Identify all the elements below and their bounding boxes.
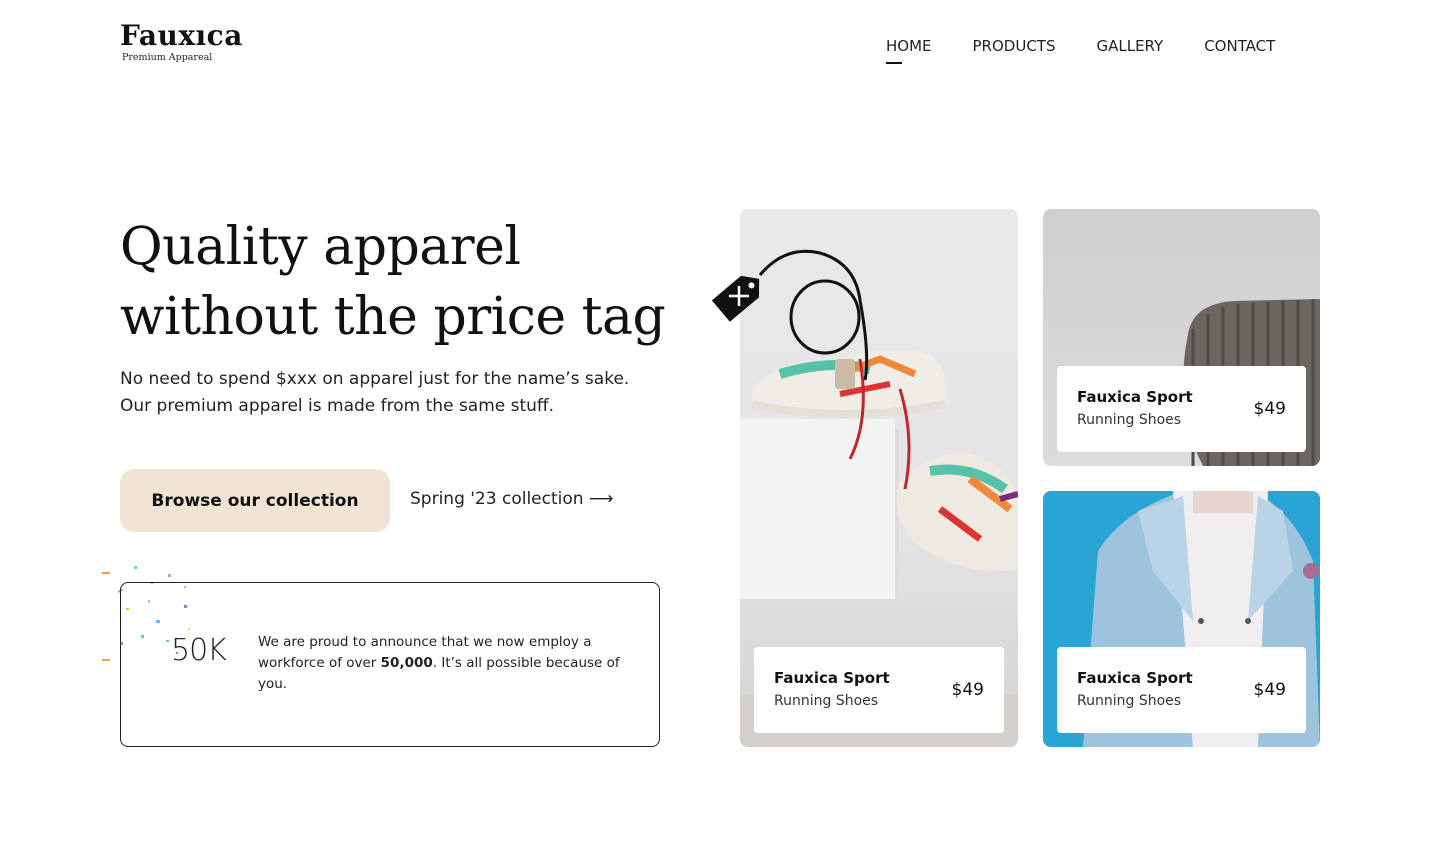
product-price: $49 <box>951 680 984 700</box>
nav-home[interactable]: HOME <box>886 37 932 64</box>
nav-contact[interactable]: CONTACT <box>1204 37 1275 55</box>
brand-logo[interactable]: Fauxıca Premium Appareal <box>120 20 243 64</box>
product-info: Fauxica Sport Running Shoes $49 <box>1057 366 1306 452</box>
product-title: Fauxica Sport <box>1077 388 1193 406</box>
nav-products[interactable]: PRODUCTS <box>973 37 1056 55</box>
product-info: Fauxica Sport Running Shoes $49 <box>754 647 1004 733</box>
announcement-text: We are proud to announce that we now emp… <box>258 632 628 695</box>
brand-tagline: Premium Appareal <box>122 52 213 63</box>
announcement-card: 50K We are proud to announce that we now… <box>120 582 660 747</box>
product-price: $49 <box>1253 399 1286 419</box>
hero-subtitle-line-2: Our premium apparel is made from the sam… <box>120 396 555 416</box>
product-title: Fauxica Sport <box>774 669 890 687</box>
nav-gallery[interactable]: GALLERY <box>1096 37 1163 55</box>
product-card-jacket[interactable]: Fauxica Sport Running Shoes $49 <box>1043 491 1320 747</box>
product-title: Fauxica Sport <box>1077 669 1193 687</box>
product-subtitle: Running Shoes <box>1077 693 1182 709</box>
hero-title-line-2: without the price tag <box>120 287 666 347</box>
product-card-beanie[interactable]: Fauxica Sport Running Shoes $49 <box>1043 209 1320 466</box>
brand-name: Fauxıca <box>120 19 243 52</box>
hero-title-line-1: Quality apparel <box>120 217 521 277</box>
browse-collection-button[interactable]: Browse our collection <box>120 469 390 532</box>
product-info: Fauxica Sport Running Shoes $49 <box>1057 647 1306 733</box>
hero-title: Quality apparel without the price tag <box>120 212 680 352</box>
main-nav: HOME PRODUCTS GALLERY CONTACT <box>886 37 1275 64</box>
product-subtitle: Running Shoes <box>1077 412 1182 428</box>
hero-subtitle-line-1: No need to spend $xxx on apparel just fo… <box>120 369 630 389</box>
hero-subtitle: No need to spend $xxx on apparel just fo… <box>120 366 680 420</box>
announcement-text-bold: 50,000 <box>380 655 433 671</box>
employee-count: 50K <box>171 633 227 668</box>
product-price: $49 <box>1253 680 1286 700</box>
spring-collection-link[interactable]: Spring '23 collection ⟶ <box>410 489 613 509</box>
product-subtitle: Running Shoes <box>774 693 879 709</box>
price-tag-icon <box>711 249 869 381</box>
